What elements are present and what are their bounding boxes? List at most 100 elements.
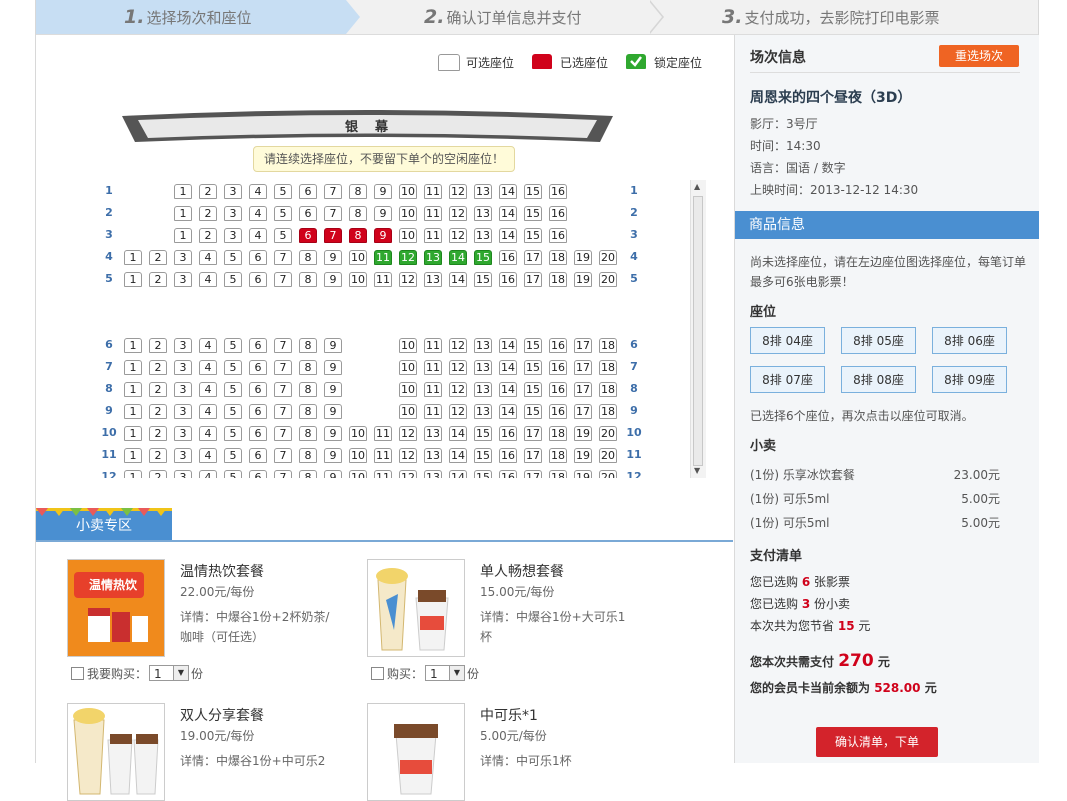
seat-r5-11[interactable]: 11 — [374, 272, 392, 287]
seat-r5-8[interactable]: 8 — [299, 272, 317, 287]
seat-r4-4[interactable]: 4 — [199, 250, 217, 265]
seat-r3-14[interactable]: 14 — [499, 228, 517, 243]
seat-r11-18[interactable]: 18 — [549, 448, 567, 463]
seat-r6-6[interactable]: 6 — [249, 338, 267, 353]
seat-r4-20[interactable]: 20 — [599, 250, 617, 265]
seat-r4-19[interactable]: 19 — [574, 250, 592, 265]
seat-r1-6[interactable]: 6 — [299, 184, 317, 199]
seat-r5-5[interactable]: 5 — [224, 272, 242, 287]
seat-r1-10[interactable]: 10 — [399, 184, 417, 199]
snack-image[interactable] — [367, 559, 465, 657]
seat-r8-5[interactable]: 5 — [224, 382, 242, 397]
seat-r12-18[interactable]: 18 — [549, 470, 567, 478]
seat-r11-3[interactable]: 3 — [174, 448, 192, 463]
seat-r11-1[interactable]: 1 — [124, 448, 142, 463]
seat-r9-7[interactable]: 7 — [274, 404, 292, 419]
seat-r3-1[interactable]: 1 — [174, 228, 192, 243]
seat-r1-16[interactable]: 16 — [549, 184, 567, 199]
seat-r11-15[interactable]: 15 — [474, 448, 492, 463]
seat-r7-1[interactable]: 1 — [124, 360, 142, 375]
seat-r2-14[interactable]: 14 — [499, 206, 517, 221]
seat-r10-16[interactable]: 16 — [499, 426, 517, 441]
seat-r9-4[interactable]: 4 — [199, 404, 217, 419]
seat-r11-9[interactable]: 9 — [324, 448, 342, 463]
seat-r2-10[interactable]: 10 — [399, 206, 417, 221]
snack-tab[interactable]: 小卖专区 — [36, 508, 172, 540]
seat-r5-3[interactable]: 3 — [174, 272, 192, 287]
seat-r6-1[interactable]: 1 — [124, 338, 142, 353]
seat-r7-8[interactable]: 8 — [299, 360, 317, 375]
seat-r9-8[interactable]: 8 — [299, 404, 317, 419]
seat-r7-14[interactable]: 14 — [499, 360, 517, 375]
seat-r6-11[interactable]: 11 — [424, 338, 442, 353]
seat-r2-8[interactable]: 8 — [349, 206, 367, 221]
seat-r6-9[interactable]: 9 — [324, 338, 342, 353]
seat-r5-9[interactable]: 9 — [324, 272, 342, 287]
chosen-seat-chip[interactable]: 8排 05座 — [841, 327, 916, 354]
seat-r3-16[interactable]: 16 — [549, 228, 567, 243]
seat-r2-11[interactable]: 11 — [424, 206, 442, 221]
seat-r10-3[interactable]: 3 — [174, 426, 192, 441]
chosen-seat-chip[interactable]: 8排 06座 — [932, 327, 1007, 354]
seat-r7-7[interactable]: 7 — [274, 360, 292, 375]
seat-r1-15[interactable]: 15 — [524, 184, 542, 199]
seat-r12-15[interactable]: 15 — [474, 470, 492, 478]
seat-r5-17[interactable]: 17 — [524, 272, 542, 287]
seat-r9-1[interactable]: 1 — [124, 404, 142, 419]
seat-r9-3[interactable]: 3 — [174, 404, 192, 419]
seat-r12-4[interactable]: 4 — [199, 470, 217, 478]
seat-r3-3[interactable]: 3 — [224, 228, 242, 243]
seat-r8-8[interactable]: 8 — [299, 382, 317, 397]
quantity-select[interactable]: 1 ▼ — [425, 665, 465, 681]
seat-r5-12[interactable]: 12 — [399, 272, 417, 287]
seat-r5-16[interactable]: 16 — [499, 272, 517, 287]
seat-r1-2[interactable]: 2 — [199, 184, 217, 199]
seat-r5-14[interactable]: 14 — [449, 272, 467, 287]
seat-r4-9[interactable]: 9 — [324, 250, 342, 265]
seat-r8-14[interactable]: 14 — [499, 382, 517, 397]
seat-r4-7[interactable]: 7 — [274, 250, 292, 265]
seat-r10-12[interactable]: 12 — [399, 426, 417, 441]
seat-r11-10[interactable]: 10 — [349, 448, 367, 463]
seat-r2-12[interactable]: 12 — [449, 206, 467, 221]
seat-r11-6[interactable]: 6 — [249, 448, 267, 463]
seat-r11-2[interactable]: 2 — [149, 448, 167, 463]
seat-r6-5[interactable]: 5 — [224, 338, 242, 353]
seat-r4-6[interactable]: 6 — [249, 250, 267, 265]
seat-r3-12[interactable]: 12 — [449, 228, 467, 243]
seat-r8-16[interactable]: 16 — [549, 382, 567, 397]
seat-r12-5[interactable]: 5 — [224, 470, 242, 478]
seat-r10-13[interactable]: 13 — [424, 426, 442, 441]
seat-r12-16[interactable]: 16 — [499, 470, 517, 478]
seat-r8-18[interactable]: 18 — [599, 382, 617, 397]
seat-r7-6[interactable]: 6 — [249, 360, 267, 375]
seat-r2-4[interactable]: 4 — [249, 206, 267, 221]
seat-r9-5[interactable]: 5 — [224, 404, 242, 419]
seat-r3-5[interactable]: 5 — [274, 228, 292, 243]
seat-r1-14[interactable]: 14 — [499, 184, 517, 199]
buy-checkbox[interactable] — [71, 667, 84, 680]
seat-r8-3[interactable]: 3 — [174, 382, 192, 397]
seat-r9-2[interactable]: 2 — [149, 404, 167, 419]
seat-r1-5[interactable]: 5 — [274, 184, 292, 199]
seat-r3-6[interactable]: 6 — [299, 228, 317, 243]
seat-r9-10[interactable]: 10 — [399, 404, 417, 419]
seat-r7-5[interactable]: 5 — [224, 360, 242, 375]
seat-r5-6[interactable]: 6 — [249, 272, 267, 287]
seat-r12-17[interactable]: 17 — [524, 470, 542, 478]
seat-r1-8[interactable]: 8 — [349, 184, 367, 199]
seat-r12-3[interactable]: 3 — [174, 470, 192, 478]
seat-r6-15[interactable]: 15 — [524, 338, 542, 353]
snack-image[interactable]: 温情热饮 — [67, 559, 165, 657]
seat-r8-7[interactable]: 7 — [274, 382, 292, 397]
seat-r9-16[interactable]: 16 — [549, 404, 567, 419]
seat-r5-15[interactable]: 15 — [474, 272, 492, 287]
seat-r1-13[interactable]: 13 — [474, 184, 492, 199]
seat-r10-9[interactable]: 9 — [324, 426, 342, 441]
seat-r6-12[interactable]: 12 — [449, 338, 467, 353]
seat-r7-11[interactable]: 11 — [424, 360, 442, 375]
seat-r10-15[interactable]: 15 — [474, 426, 492, 441]
seat-r10-6[interactable]: 6 — [249, 426, 267, 441]
seat-r12-9[interactable]: 9 — [324, 470, 342, 478]
seat-r3-4[interactable]: 4 — [249, 228, 267, 243]
